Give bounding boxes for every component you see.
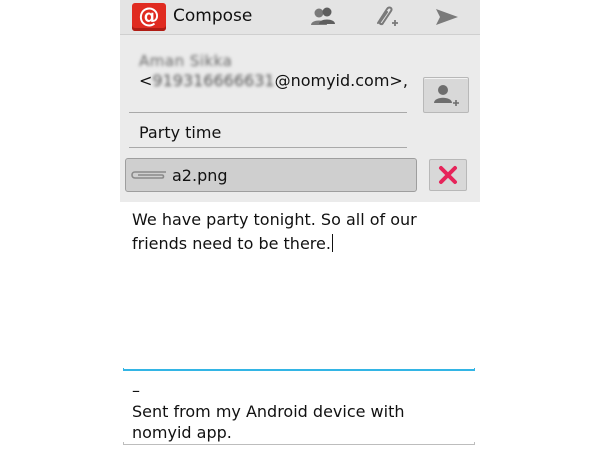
attachment-chip[interactable]: a2.png <box>125 158 417 192</box>
signature-field[interactable]: – Sent from my Android device with nomyi… <box>132 380 468 443</box>
close-icon <box>439 166 457 184</box>
signature-text: Sent from my Android device with nomyid … <box>132 402 405 442</box>
compose-screen: @ Compose Aman Sikka <919316666631@nomyi… <box>120 0 480 450</box>
contacts-icon <box>311 7 335 25</box>
subject-field[interactable]: Party time <box>129 121 407 148</box>
signature-underline <box>123 442 475 445</box>
text-cursor <box>331 234 333 252</box>
to-field[interactable]: Aman Sikka <919316666631@nomyid.com>, <box>129 52 408 113</box>
add-contact-button[interactable] <box>423 77 469 113</box>
attach-button[interactable] <box>368 3 402 31</box>
send-icon <box>436 9 458 25</box>
address-prefix: < <box>139 71 153 90</box>
subject-text: Party time <box>139 123 222 142</box>
address-suffix: @nomyid.com>, <box>274 71 408 90</box>
add-contact-icon <box>434 85 459 106</box>
app-logo-icon[interactable]: @ <box>132 3 166 31</box>
attach-icon <box>377 6 398 26</box>
contacts-button[interactable] <box>306 3 340 31</box>
signature-separator: – <box>132 381 140 400</box>
recipient-name: Aman Sikka <box>139 52 233 70</box>
message-body-text: We have party tonight. So all of our fri… <box>132 210 417 253</box>
action-bar: @ Compose <box>120 0 480 35</box>
send-button[interactable] <box>430 3 464 31</box>
app-logo-glyph: @ <box>138 4 160 28</box>
compose-header: Aman Sikka <919316666631@nomyid.com>, Pa… <box>120 35 480 202</box>
paperclip-icon <box>131 171 166 179</box>
attachment-filename: a2.png <box>172 166 228 185</box>
recipient-address: <919316666631@nomyid.com>, <box>139 70 408 92</box>
body-focus-underline <box>123 368 475 371</box>
remove-attachment-button[interactable] <box>429 159 467 191</box>
address-blurred: 919316666631 <box>152 71 275 90</box>
message-body-field[interactable]: We have party tonight. So all of our fri… <box>120 202 480 374</box>
message-body: We have party tonight. So all of our fri… <box>132 208 468 256</box>
page-title: Compose <box>173 6 253 26</box>
